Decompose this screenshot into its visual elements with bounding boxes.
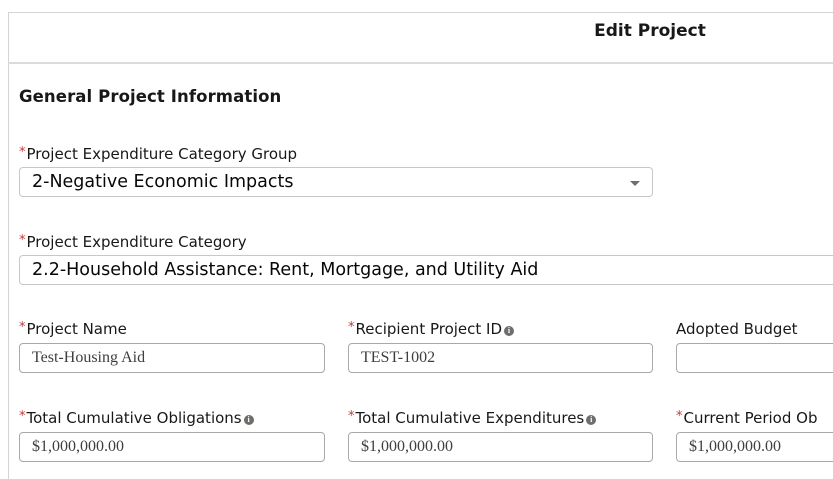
category-group-label-text: Project Expenditure Category Group [26, 145, 298, 163]
total-cumulative-expenditures-label: *Total Cumulative Expenditures i [348, 409, 597, 427]
info-icon[interactable]: i [243, 415, 254, 425]
category-label-text: Project Expenditure Category [26, 233, 247, 251]
adopted-budget-label: Adopted Budget [676, 320, 798, 338]
chevron-down-icon [630, 181, 640, 186]
project-name-field[interactable]: Test-Housing Aid [19, 343, 325, 373]
edit-project-modal: Edit Project General Project Information… [0, 0, 833, 479]
section-title: General Project Information [19, 87, 282, 106]
header-divider [8, 62, 833, 64]
recipient-project-id-label: *Recipient Project ID i [348, 320, 515, 338]
required-marker: * [348, 409, 355, 424]
required-marker: * [19, 409, 26, 424]
info-icon[interactable]: i [504, 326, 515, 336]
total-cumulative-obligations-label: *Total Cumulative Obligations i [19, 409, 254, 427]
required-marker: * [19, 320, 26, 335]
category-group-value: 2-Negative Economic Impacts [32, 172, 294, 192]
total-cumulative-obligations-field[interactable]: $1,000,000.00 [19, 432, 325, 462]
required-marker: * [19, 145, 26, 160]
recipient-project-id-field[interactable]: TEST-1002 [348, 343, 653, 373]
modal-top-border [8, 12, 833, 13]
current-period-obligations-label: *Current Period Ob [676, 409, 817, 427]
modal-title: Edit Project [594, 21, 706, 41]
required-marker: * [19, 233, 26, 248]
category-select[interactable]: 2.2-Household Assistance: Rent, Mortgage… [19, 255, 833, 285]
info-icon[interactable]: i [586, 415, 597, 425]
category-group-label: *Project Expenditure Category Group [19, 145, 297, 163]
recipient-project-id-label-text: Recipient Project ID [355, 320, 503, 338]
category-group-select[interactable]: 2-Negative Economic Impacts [19, 167, 653, 197]
adopted-budget-field[interactable] [676, 343, 833, 373]
required-marker: * [676, 409, 683, 424]
project-name-label: *Project Name [19, 320, 127, 338]
project-name-label-text: Project Name [26, 320, 127, 338]
current-period-obligations-field[interactable]: $1,000,000.00 [676, 432, 833, 462]
category-value: 2.2-Household Assistance: Rent, Mortgage… [32, 260, 539, 280]
required-marker: * [348, 320, 355, 335]
total-cumulative-expenditures-field[interactable]: $1,000,000.00 [348, 432, 653, 462]
modal-left-border [8, 12, 9, 479]
category-label: *Project Expenditure Category [19, 233, 247, 251]
current-period-obligations-label-text: Current Period Ob [683, 409, 818, 427]
total-cumulative-obligations-label-text: Total Cumulative Obligations [26, 409, 242, 427]
total-cumulative-expenditures-label-text: Total Cumulative Expenditures [355, 409, 585, 427]
